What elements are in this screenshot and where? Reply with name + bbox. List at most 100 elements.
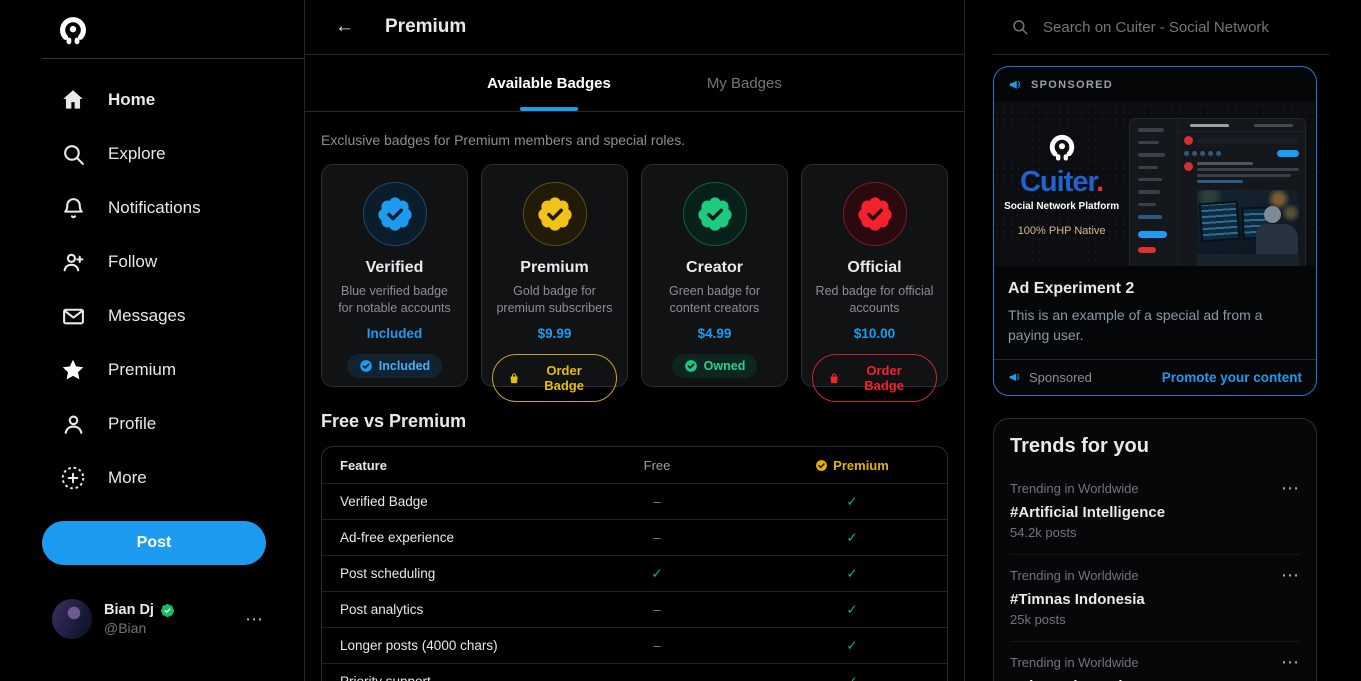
free-cell: –: [557, 602, 757, 617]
trend-item[interactable]: Trending in Worldwide ⋯ #Hipotesis Rocky…: [1010, 642, 1300, 681]
comparison-table: Feature Free Premium Verified Badge – ✓ …: [321, 446, 948, 681]
free-cell: ✓: [557, 566, 757, 582]
badge-price: $10.00: [812, 326, 937, 341]
premium-cell: ✓: [757, 494, 947, 510]
user-name: Bian Dj: [104, 602, 154, 618]
premium-cell: ✓: [757, 602, 947, 618]
ad-footer: Sponsored Promote your content: [994, 359, 1316, 395]
official-seal-icon: [843, 182, 907, 246]
home-icon: [60, 87, 86, 113]
trend-more-options-icon[interactable]: ⋯: [1281, 478, 1300, 499]
nav-label: Profile: [108, 414, 156, 434]
comparison-heading: Free vs Premium: [321, 411, 948, 432]
feature-cell: Ad-free experience: [322, 530, 557, 545]
badge-card-premium: Premium Gold badge for premium subscribe…: [481, 164, 628, 387]
sponsored-label: SPONSORED: [1031, 79, 1113, 91]
trend-post-count: 54.2k posts: [1010, 525, 1300, 540]
premium-column-label: Premium: [833, 458, 889, 473]
right-sidebar: SPONSORED Cuiter. Social Network Platfor…: [965, 0, 1361, 681]
ad-brand-name: Cuiter.: [1020, 168, 1103, 197]
badge-description: Blue verified badge for notable accounts: [332, 283, 457, 316]
nav-label: Premium: [108, 360, 176, 380]
promote-content-link[interactable]: Promote your content: [1162, 370, 1302, 385]
sponsored-header: SPONSORED: [994, 67, 1316, 102]
search-icon: [1011, 18, 1029, 36]
status-label: Included: [379, 359, 430, 373]
table-header-row: Feature Free Premium: [322, 447, 947, 483]
search-input[interactable]: [1043, 19, 1313, 36]
sidebar-nav: Home Explore Notifications Follow: [0, 73, 304, 505]
feature-cell: Longer posts (4000 chars): [322, 638, 557, 653]
ad-image[interactable]: Cuiter. Social Network Platform 100% PHP…: [994, 102, 1316, 266]
column-header-free: Free: [557, 458, 757, 473]
badge-name: Verified: [332, 259, 457, 277]
sidebar-item-notifications[interactable]: Notifications: [0, 181, 304, 235]
user-more-options-icon[interactable]: ⋯: [245, 609, 264, 630]
premium-seal-icon: [815, 459, 828, 472]
badge-description: Green badge for content creators: [652, 283, 777, 316]
badge-price: $9.99: [492, 326, 617, 341]
shopping-bag-icon: [508, 372, 520, 385]
trend-more-options-icon[interactable]: ⋯: [1281, 652, 1300, 673]
sidebar-item-follow[interactable]: Follow: [0, 235, 304, 289]
ad-brand-block: Cuiter. Social Network Platform 100% PHP…: [994, 102, 1129, 266]
badge-card-creator: Creator Green badge for content creators…: [641, 164, 788, 387]
trend-more-options-icon[interactable]: ⋯: [1281, 565, 1300, 586]
sidebar-item-messages[interactable]: Messages: [0, 289, 304, 343]
nav-label: Follow: [108, 252, 157, 272]
megaphone-icon: [1008, 370, 1022, 384]
included-status-badge: Included: [347, 354, 442, 378]
premium-cell: ✓: [757, 674, 947, 681]
sidebar-item-more[interactable]: More: [0, 451, 304, 505]
trend-hashtag: #Artificial Intelligence: [1010, 504, 1300, 521]
trend-item[interactable]: Trending in Worldwide ⋯ #Timnas Indonesi…: [1010, 555, 1300, 642]
nav-label: Home: [108, 90, 155, 110]
order-badge-button-official[interactable]: Order Badge: [812, 354, 937, 402]
ad-tagline: Social Network Platform: [1004, 201, 1119, 212]
megaphone-icon: [1008, 77, 1023, 92]
badge-price: Included: [332, 326, 457, 341]
trend-hashtag: #Hipotesis Rocky Gerung: [1010, 678, 1300, 681]
sidebar-item-explore[interactable]: Explore: [0, 127, 304, 181]
post-button[interactable]: Post: [42, 521, 266, 565]
free-cell: –: [557, 638, 757, 653]
sidebar-item-premium[interactable]: Premium: [0, 343, 304, 397]
nav-label: Explore: [108, 144, 166, 164]
trend-context: Trending in Worldwide: [1010, 655, 1139, 670]
tab-bar: Available Badges My Badges: [305, 55, 964, 112]
badge-price: $4.99: [652, 326, 777, 341]
search-icon: [60, 141, 86, 167]
check-seal-icon: [684, 359, 698, 373]
tab-my-badges[interactable]: My Badges: [707, 55, 782, 111]
sidebar-item-home[interactable]: Home: [0, 73, 304, 127]
app-logo[interactable]: [0, 10, 304, 52]
check-seal-icon: [359, 359, 373, 373]
owned-status-badge: Owned: [672, 354, 758, 378]
table-row: Longer posts (4000 chars) – ✓: [322, 627, 947, 663]
user-meta: Bian Dj @Bian: [104, 602, 245, 636]
order-badge-button-premium[interactable]: Order Badge: [492, 354, 617, 402]
badge-description: Gold badge for premium subscribers: [492, 283, 617, 316]
order-badge-label: Order Badge: [847, 363, 921, 393]
trend-item[interactable]: Trending in Worldwide ⋯ #Artificial Inte…: [1010, 468, 1300, 555]
envelope-icon: [60, 303, 86, 329]
column-header-feature: Feature: [322, 458, 557, 473]
cuiter-logo-icon: [56, 14, 90, 48]
back-button[interactable]: ←: [335, 16, 361, 38]
sponsored-text: Sponsored: [1029, 370, 1092, 385]
badge-card-official: Official Red badge for official accounts…: [801, 164, 948, 387]
badge-description: Red badge for official accounts: [812, 283, 937, 316]
verified-seal-icon: [363, 182, 427, 246]
bell-icon: [60, 195, 86, 221]
badge-card-verified: Verified Blue verified badge for notable…: [321, 164, 468, 387]
user-menu[interactable]: Bian Dj @Bian ⋯: [52, 599, 264, 639]
nav-label: Messages: [108, 306, 185, 326]
sidebar-item-profile[interactable]: Profile: [0, 397, 304, 451]
premium-cell: ✓: [757, 638, 947, 654]
search-bar: [993, 0, 1329, 55]
trend-hashtag: #Timnas Indonesia: [1010, 591, 1300, 608]
tab-available-badges[interactable]: Available Badges: [487, 55, 611, 111]
trends-heading: Trends for you: [1010, 435, 1300, 458]
left-sidebar: Home Explore Notifications Follow: [0, 0, 305, 681]
ad-mock-sidebar: [1130, 119, 1177, 266]
